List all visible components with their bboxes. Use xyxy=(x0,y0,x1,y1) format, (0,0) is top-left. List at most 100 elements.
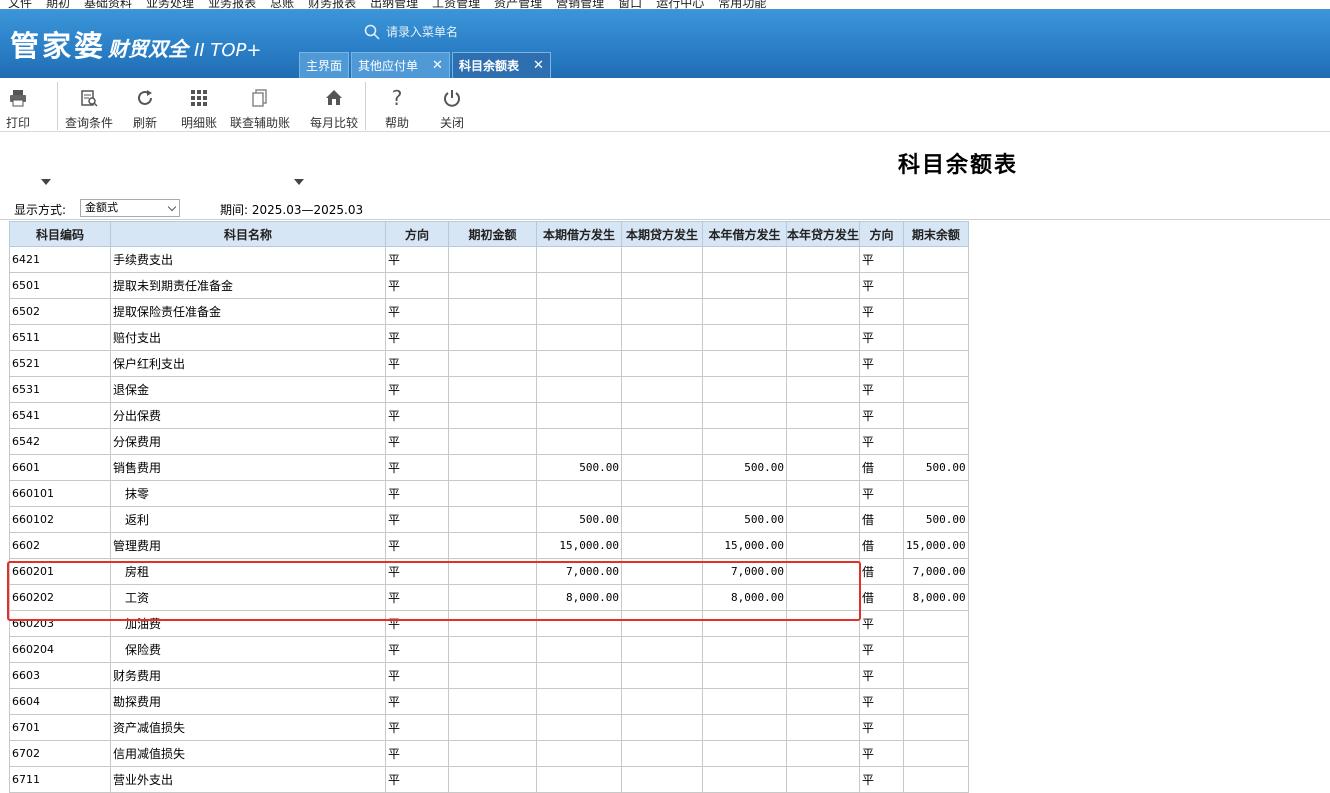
column-header[interactable]: 方向 xyxy=(385,221,449,247)
cell-ytd-debit xyxy=(702,246,787,273)
cell-open xyxy=(448,688,537,715)
table-row[interactable]: 6601 销售费用平 500.00 500.00 借 500.00 xyxy=(9,454,969,481)
cell-ytd-credit xyxy=(785,662,861,689)
column-header[interactable]: 期末余额 xyxy=(903,221,969,247)
cell-open xyxy=(448,324,537,351)
menu-search[interactable]: 请录入菜单名 xyxy=(364,23,458,40)
cell-ytd-credit xyxy=(785,428,861,455)
column-header[interactable]: 科目名称 xyxy=(110,221,386,247)
cell-cur-debit: 15,000.00 xyxy=(536,532,622,559)
table-row[interactable]: 6711 营业外支出平平 xyxy=(9,766,969,793)
print-button[interactable]: 打印 xyxy=(6,87,30,131)
menu-item[interactable]: 总账 xyxy=(270,0,294,9)
detail-ledger-label: 明细账 xyxy=(181,116,218,130)
table-row[interactable]: 6521 保户红利支出平平 xyxy=(9,350,969,377)
table-row[interactable]: 6541 分出保费平平 xyxy=(9,402,969,429)
cell-ytd-debit xyxy=(702,350,787,377)
table-row[interactable]: 660204 保险费平平 xyxy=(9,636,969,663)
cell-dir1: 平 xyxy=(385,740,449,767)
cell-end xyxy=(903,324,969,351)
close-icon[interactable]: ✕ xyxy=(533,58,544,73)
cell-cur-debit xyxy=(536,480,622,507)
display-mode-select[interactable]: 金额式 xyxy=(80,199,180,217)
column-header[interactable]: 方向 xyxy=(859,221,905,247)
menu-item[interactable]: 业务处理 xyxy=(146,0,194,9)
close-icon[interactable]: ✕ xyxy=(432,58,443,73)
menu-item[interactable]: 期初 xyxy=(46,0,70,9)
menu-item[interactable]: 文件 xyxy=(8,0,32,9)
menu-item[interactable]: 工资管理 xyxy=(432,0,480,9)
table-row[interactable]: 660201 房租平 7,000.00 7,000.00 借 7,000.00 xyxy=(9,558,969,585)
cell-cur-debit xyxy=(536,402,622,429)
table-row[interactable]: 6421 手续费支出平平 xyxy=(9,246,969,273)
cell-ytd-credit xyxy=(785,350,861,377)
linked-dropdown-icon[interactable] xyxy=(294,179,304,185)
table-row[interactable]: 6542 分保费用平平 xyxy=(9,428,969,455)
column-header[interactable]: 本年借方发生 xyxy=(702,221,787,247)
question-icon: ? xyxy=(391,86,403,110)
cell-cur-debit xyxy=(536,766,622,793)
table-row[interactable]: 660102 返利平 500.00 500.00 借 500.00 xyxy=(9,506,969,533)
detail-ledger-button[interactable]: 明细账 xyxy=(181,87,217,131)
menu-item[interactable]: 基础资料 xyxy=(84,0,132,9)
table-row[interactable]: 6502 提取保险责任准备金平平 xyxy=(9,298,969,325)
cell-dir1: 平 xyxy=(385,298,449,325)
cell-dir2: 平 xyxy=(859,428,905,455)
column-header[interactable]: 本期借方发生 xyxy=(536,221,622,247)
table-row[interactable]: 6604 勘探费用平平 xyxy=(9,688,969,715)
table-row[interactable]: 6603 财务费用平平 xyxy=(9,662,969,689)
table-row[interactable]: 6602 管理费用平 15,000.00 15,000.00 借 15,000.00 xyxy=(9,532,969,559)
menu-item[interactable]: 业务报表 xyxy=(208,0,256,9)
help-button[interactable]: ? 帮助 xyxy=(385,86,409,131)
menu-item[interactable]: 资产管理 xyxy=(494,0,542,9)
cell-code: 660203 xyxy=(9,610,111,637)
menu-item[interactable]: 财务报表 xyxy=(308,0,356,9)
column-header[interactable]: 期初金额 xyxy=(448,221,537,247)
menu-item[interactable]: 常用功能 xyxy=(718,0,766,9)
cell-ytd-debit xyxy=(702,480,787,507)
table-row[interactable]: 6531 退保金平平 xyxy=(9,376,969,403)
cell-ytd-credit xyxy=(785,740,861,767)
cell-ytd-credit xyxy=(785,688,861,715)
cell-ytd-debit xyxy=(702,766,787,793)
menu-item[interactable]: 營销管理 xyxy=(556,0,604,9)
query-button[interactable]: 查询条件 xyxy=(65,87,113,131)
tab-2[interactable]: 科目余额表 ✕ xyxy=(451,52,551,78)
cell-ytd-debit xyxy=(702,610,787,637)
column-header[interactable]: 本年贷方发生 xyxy=(785,221,861,247)
cell-end xyxy=(903,246,969,273)
refresh-button[interactable]: 刷新 xyxy=(133,87,157,131)
cell-end xyxy=(903,402,969,429)
table-row[interactable]: 660202 工资平 8,000.00 8,000.00 借 8,000.00 xyxy=(9,584,969,611)
monthly-compare-button[interactable]: 每月比较 xyxy=(310,87,358,131)
table-row[interactable]: 660203 加油费平平 xyxy=(9,610,969,637)
cell-name: 手续费支出 xyxy=(110,246,386,273)
table-row[interactable]: 6511 赔付支出平平 xyxy=(9,324,969,351)
tab-0[interactable]: 主界面 xyxy=(299,52,350,78)
table-row[interactable]: 6701 资产减值损失平平 xyxy=(9,714,969,741)
table-row[interactable]: 6702 信用减值损失平平 xyxy=(9,740,969,767)
display-mode-value: 金额式 xyxy=(85,201,118,214)
table-row[interactable]: 6501 提取未到期责任准备金平平 xyxy=(9,272,969,299)
search-placeholder[interactable]: 请录入菜单名 xyxy=(386,23,458,40)
cell-cur-credit xyxy=(621,506,703,533)
tab-strip: 主界面 其他应付单 ✕ 科目余额表 ✕ xyxy=(299,52,551,78)
cell-code: 660204 xyxy=(9,636,111,663)
cell-dir2: 平 xyxy=(859,662,905,689)
cell-end xyxy=(903,662,969,689)
cell-cur-debit xyxy=(536,636,622,663)
cell-open xyxy=(448,532,537,559)
column-header[interactable]: 本期贷方发生 xyxy=(621,221,703,247)
menu-item[interactable]: 出纳管理 xyxy=(370,0,418,9)
menu-item[interactable]: 窗口 xyxy=(618,0,642,9)
cell-end xyxy=(903,298,969,325)
print-dropdown-icon[interactable] xyxy=(41,179,51,185)
linked-aux-button[interactable]: 联查辅助账 xyxy=(230,87,290,131)
close-button[interactable]: 关闭 xyxy=(440,87,464,131)
column-header[interactable]: 科目编码 xyxy=(9,221,111,247)
menu-item[interactable]: 运行中心 xyxy=(656,0,704,9)
tab-1[interactable]: 其他应付单 ✕ xyxy=(351,52,450,78)
cell-dir1: 平 xyxy=(385,558,449,585)
balance-table: 科目编码 科目名称 方向 期初金额 本期借方发生 本期贷方发生 本年借方发生 本年贷方发生 方向… xyxy=(9,221,969,793)
table-row[interactable]: 660101 抹零平平 xyxy=(9,480,969,507)
